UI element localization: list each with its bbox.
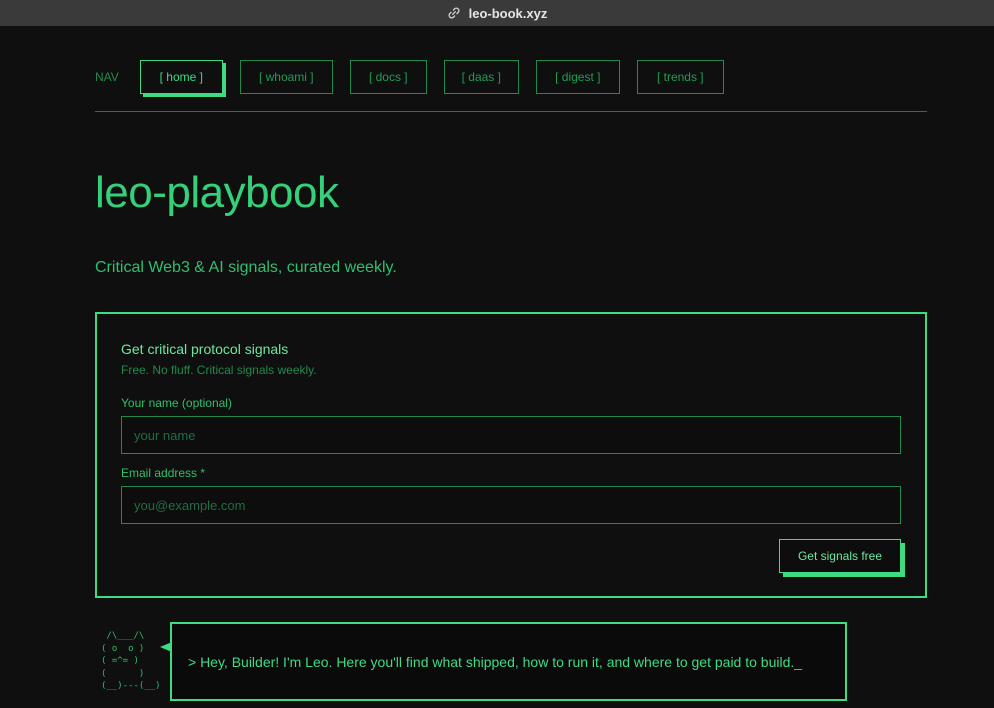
email-input[interactable]	[121, 486, 901, 524]
greeting-text: > Hey, Builder! I'm Leo. Here you'll fin…	[188, 653, 803, 670]
nav-item-daas[interactable]: [ daas ]	[443, 60, 519, 94]
signup-description: Free. No fluff. Critical signals weekly.	[121, 363, 317, 377]
signup-title: Get critical protocol signals	[121, 341, 289, 357]
page-subtitle: Critical Web3 & AI signals, curated week…	[95, 259, 397, 276]
email-field-label: Email address *	[121, 466, 206, 480]
cat-mascot-ascii: /\___/\ ( o o ) ( =^= ) ( ) (__)---(__)	[101, 631, 161, 691]
greeting-bubble: > Hey, Builder! I'm Leo. Here you'll fin…	[170, 622, 847, 701]
signup-form: Get critical protocol signals Free. No f…	[95, 312, 927, 598]
get-signals-button[interactable]: Get signals free	[779, 539, 901, 573]
nav-item-whoami[interactable]: [ whoami ]	[239, 60, 333, 94]
main-nav: NAV [ home ] [ whoami ] [ docs ] [ daas …	[95, 59, 741, 95]
link-icon	[448, 7, 460, 19]
name-input[interactable]	[121, 416, 901, 454]
nav-divider	[95, 111, 927, 112]
nav-item-trends[interactable]: [ trends ]	[636, 60, 724, 94]
name-field-label: Your name (optional)	[121, 396, 232, 410]
nav-label: NAV	[95, 70, 119, 84]
nav-item-home[interactable]: [ home ]	[139, 60, 223, 94]
nav-item-docs[interactable]: [ docs ]	[349, 60, 427, 94]
page-title: leo-playbook	[95, 168, 339, 217]
browser-url: leo-book.xyz	[468, 5, 548, 21]
browser-address-bar[interactable]: leo-book.xyz	[0, 0, 994, 26]
nav-item-digest[interactable]: [ digest ]	[535, 60, 620, 94]
